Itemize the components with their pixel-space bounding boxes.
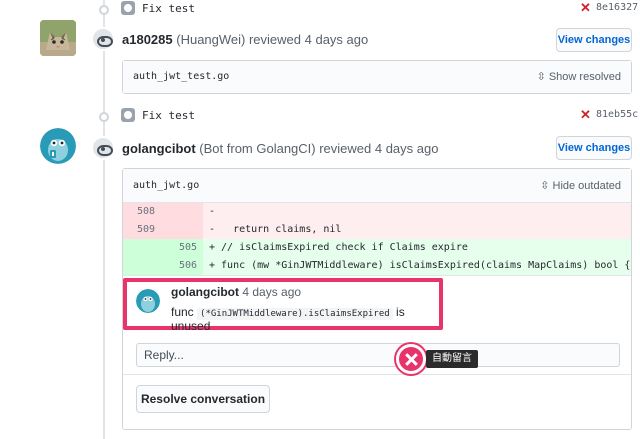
x-icon[interactable]: ✕: [580, 0, 591, 16]
old-line-number[interactable]: 509: [123, 221, 161, 239]
commit-icon: [121, 108, 135, 122]
commit-dot: [99, 5, 109, 15]
diff-code: - return claims, nil: [209, 224, 342, 235]
annotation-label: 自動留言: [426, 350, 478, 368]
review-summary: golangcibot (Bot from GolangCI) reviewed…: [122, 141, 438, 156]
commit-dot: [99, 112, 109, 122]
hide-outdated-toggle[interactable]: ⇳ Hide outdated: [540, 179, 621, 192]
diff-code: -: [209, 206, 216, 217]
file-box: auth_jwt_test.go ⇳ Show resolved: [122, 60, 632, 94]
comment-body: func (*GinJWTMiddleware).isClaimsExpired…: [171, 305, 439, 333]
new-line-number[interactable]: 506: [161, 257, 203, 275]
review-meta: (Bot from GolangCI) reviewed 4 days ago: [199, 141, 439, 156]
comment-text-prefix: func: [171, 305, 194, 319]
reply-input[interactable]: Reply...: [136, 343, 620, 367]
commit-icon: [121, 1, 135, 15]
divider: [123, 374, 631, 375]
close-icon: [396, 344, 426, 374]
commit-sha[interactable]: 81eb55c: [596, 109, 638, 120]
old-line-number[interactable]: [123, 239, 161, 257]
review-username[interactable]: golangcibot: [122, 141, 196, 156]
diff-line: 508 -: [123, 203, 631, 221]
show-resolved-toggle[interactable]: ⇳ Show resolved: [537, 70, 621, 83]
old-line-number[interactable]: 508: [123, 203, 161, 221]
commit-message[interactable]: Fix test: [142, 2, 195, 15]
toggle-label: Show resolved: [548, 71, 621, 83]
gopher-avatar-image: [40, 128, 76, 164]
commit-sha[interactable]: 8e16327: [596, 2, 638, 13]
toggle-label: Hide outdated: [552, 180, 622, 192]
comment-header: golangcibot 4 days ago: [171, 285, 301, 299]
review-summary: a180285 (HuangWei) reviewed 4 days ago: [122, 32, 368, 47]
comment-time[interactable]: 4 days ago: [242, 285, 301, 299]
new-line-number[interactable]: [161, 203, 203, 221]
commit-row: Fix test ✕ 81eb55c: [0, 107, 640, 125]
avatar-a180285[interactable]: [40, 20, 76, 56]
view-changes-button[interactable]: View changes: [556, 136, 632, 160]
eye-icon: [91, 27, 115, 51]
file-name[interactable]: auth_jwt_test.go: [133, 71, 229, 82]
timeline-line: [103, 0, 105, 439]
divider: [123, 275, 631, 276]
commit-message[interactable]: Fix test: [142, 109, 195, 122]
gopher-avatar-image: [136, 289, 160, 313]
resolve-conversation-button[interactable]: Resolve conversation: [136, 385, 270, 413]
commit-row: Fix test ✕ 8e16327: [0, 0, 640, 18]
diff-line: 509 - return claims, nil: [123, 221, 631, 239]
cat-avatar-image: [40, 20, 76, 56]
comment-code: (*GinJWTMiddleware).isClaimsExpired: [197, 308, 393, 320]
diff-line: 506 + func (mw *GinJWTMiddleware) isClai…: [123, 257, 631, 275]
old-line-number[interactable]: [123, 257, 161, 275]
diff-line: 505 + // isClaimsExpired check if Claims…: [123, 239, 631, 257]
eye-icon: [91, 136, 115, 160]
file-header: auth_jwt_test.go ⇳ Show resolved: [123, 61, 631, 93]
highlighted-comment: golangcibot 4 days ago func (*GinJWTMidd…: [123, 278, 443, 333]
new-line-number[interactable]: [161, 221, 203, 239]
review-username[interactable]: a180285: [122, 32, 173, 47]
review-meta: (HuangWei) reviewed 4 days ago: [176, 32, 369, 47]
x-icon[interactable]: ✕: [580, 107, 591, 123]
unfold-icon: ⇳: [536, 71, 546, 83]
unfold-icon: ⇳: [540, 180, 550, 192]
view-changes-button[interactable]: View changes: [556, 28, 632, 52]
diff-code: + // isClaimsExpired check if Claims exp…: [209, 242, 468, 253]
file-name[interactable]: auth_jwt.go: [133, 180, 199, 191]
comment-avatar[interactable]: [136, 289, 160, 313]
comment-author[interactable]: golangcibot: [171, 285, 239, 299]
diff-code: + func (mw *GinJWTMiddleware) isClaimsEx…: [209, 260, 631, 271]
avatar-golangcibot[interactable]: [40, 128, 76, 164]
new-line-number[interactable]: 505: [161, 239, 203, 257]
file-header: auth_jwt.go ⇳ Hide outdated: [123, 169, 631, 203]
